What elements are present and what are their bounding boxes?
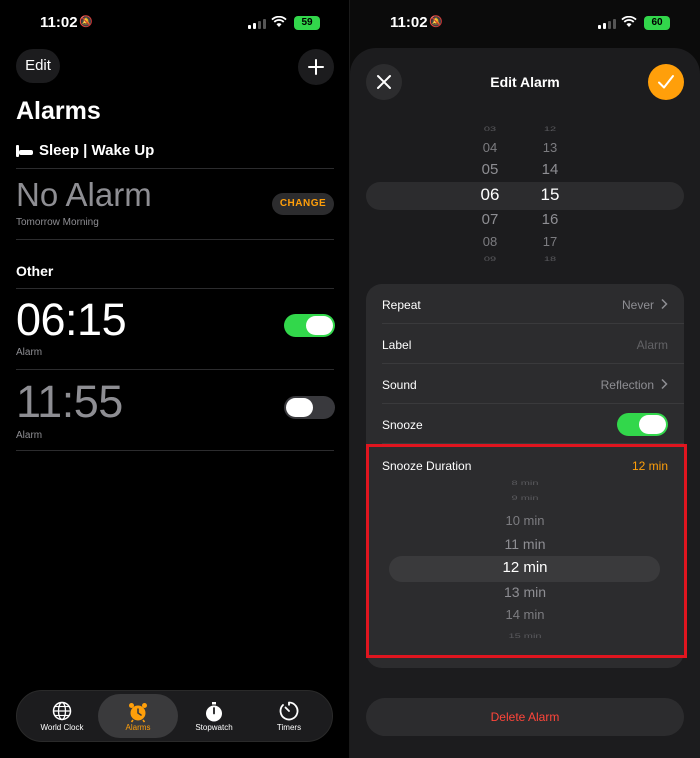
tab-stopwatch[interactable]: Stopwatch — [175, 694, 253, 738]
cellular-signal-icon — [598, 19, 616, 29]
tab-label: Alarms — [125, 723, 151, 732]
wifi-icon — [271, 16, 287, 27]
picker-hour: 03 — [483, 126, 497, 133]
other-section-title: Other — [16, 263, 54, 279]
status-bar: 11:02 🔕 60 — [350, 12, 700, 36]
alarm-toggle[interactable] — [284, 396, 335, 419]
highlight-box — [366, 444, 687, 658]
sleep-label: Sleep | Wake Up — [39, 142, 155, 159]
divider — [16, 239, 334, 240]
picker-minute: 17 — [542, 234, 558, 250]
save-button[interactable] — [648, 64, 684, 100]
add-alarm-button[interactable] — [298, 49, 334, 85]
silent-bell-icon: 🔕 — [429, 16, 443, 28]
alarm-time: 11:55 — [16, 376, 123, 427]
divider — [16, 168, 334, 169]
time-picker-selection — [366, 182, 684, 210]
status-time: 11:02 — [390, 14, 428, 31]
picker-minute: 15 — [540, 184, 560, 204]
tab-label: World Clock — [40, 723, 84, 732]
no-alarm-subtitle: Tomorrow Morning — [16, 217, 99, 228]
checkmark-icon — [658, 75, 674, 89]
tab-alarms[interactable]: Alarms — [98, 694, 178, 738]
tab-timers[interactable]: Timers — [250, 694, 328, 738]
divider — [16, 369, 334, 370]
alarm-toggle[interactable] — [284, 314, 335, 337]
alarm-clock-icon — [129, 703, 147, 723]
silent-bell-icon: 🔕 — [79, 16, 93, 28]
picker-minute: 12 — [543, 126, 557, 133]
alarm-time: 06:15 — [16, 294, 127, 345]
timer-icon — [279, 701, 299, 721]
tab-world-clock[interactable]: World Clock — [23, 694, 101, 738]
status-bar: 11:02 🔕 59 — [0, 12, 350, 36]
picker-hour: 06 — [480, 184, 500, 204]
divider — [16, 450, 334, 451]
picker-minute: 13 — [542, 140, 558, 156]
battery-icon: 60 — [644, 16, 670, 30]
tab-label: Stopwatch — [195, 723, 233, 732]
no-alarm-text: No Alarm — [16, 176, 152, 213]
picker-hour: 08 — [482, 234, 498, 250]
change-button[interactable]: CHANGE — [272, 193, 334, 215]
tab-label: Timers — [276, 723, 302, 732]
toggle-knob — [306, 316, 333, 335]
picker-minute: 18 — [543, 256, 557, 263]
status-time: 11:02 — [40, 14, 78, 31]
cellular-signal-icon — [248, 19, 266, 29]
tab-bar: World Clock Alarms Stopwatch Timers — [16, 690, 333, 742]
globe-icon — [52, 701, 72, 721]
sleep-wake-header: Sleep | Wake Up — [16, 142, 154, 159]
toggle-knob — [286, 398, 313, 417]
picker-hour: 05 — [481, 161, 499, 178]
page-title: Alarms — [16, 97, 101, 125]
picker-hour: 09 — [483, 256, 497, 263]
wifi-icon — [621, 16, 637, 27]
picker-minute: 14 — [541, 161, 559, 178]
bed-icon — [16, 144, 33, 157]
picker-hour: 07 — [481, 211, 499, 228]
picker-hour: 04 — [482, 140, 498, 156]
alarms-screen: 11:02 🔕 59 Edit Alarms Sleep | Wake Up N… — [0, 0, 350, 758]
picker-minute: 16 — [541, 211, 559, 228]
alarm-label: Alarm — [16, 430, 43, 441]
alarm-label: Alarm — [16, 347, 43, 358]
battery-icon: 59 — [294, 16, 320, 30]
delete-alarm-button[interactable]: Delete Alarm — [366, 698, 684, 736]
divider — [16, 288, 334, 289]
edit-button[interactable]: Edit — [16, 49, 60, 83]
stopwatch-icon — [206, 702, 222, 722]
